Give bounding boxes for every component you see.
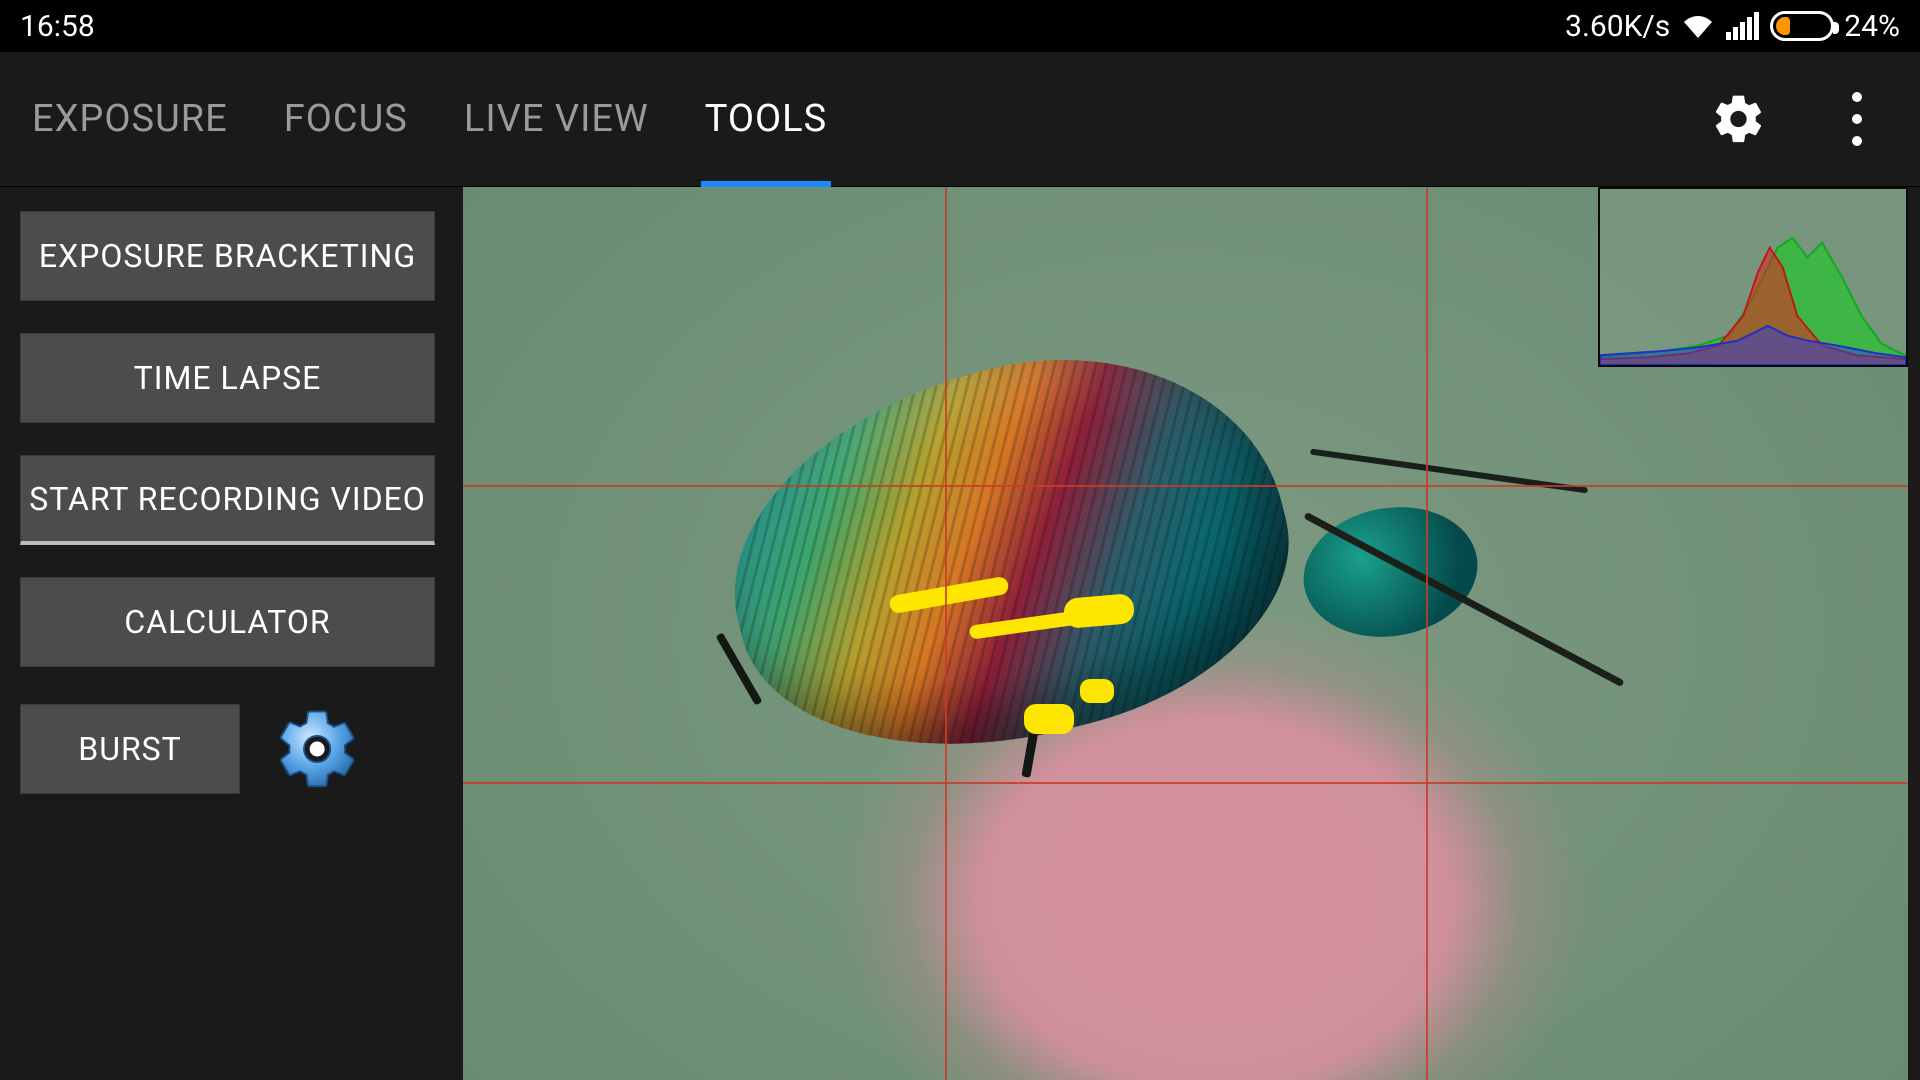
exposure-bracketing-button[interactable]: EXPOSURE BRACKETING <box>20 211 435 301</box>
cellular-signal-icon <box>1726 12 1760 40</box>
status-battery-percent: 24% <box>1844 9 1900 44</box>
live-view-subject <box>651 321 1446 812</box>
wifi-icon <box>1680 12 1716 40</box>
burst-button[interactable]: BURST <box>20 704 240 794</box>
tools-sidebar: EXPOSURE BRACKETING TIME LAPSE START REC… <box>0 187 455 1080</box>
tab-live-view[interactable]: LIVE VIEW <box>460 53 653 185</box>
kebab-icon <box>1852 92 1862 102</box>
histogram-overlay <box>1598 187 1908 367</box>
overflow-menu-button[interactable] <box>1822 84 1892 154</box>
tab-bar: EXPOSURE FOCUS LIVE VIEW TOOLS <box>0 52 1920 187</box>
status-time: 16:58 <box>20 9 95 44</box>
status-bar: 16:58 3.60K/s 24% <box>0 0 1920 52</box>
burst-row: BURST <box>20 699 435 799</box>
calculator-button[interactable]: CALCULATOR <box>20 577 435 667</box>
time-lapse-button[interactable]: TIME LAPSE <box>20 333 435 423</box>
focus-peaking-highlight <box>1080 679 1114 703</box>
main-area: EXPOSURE BRACKETING TIME LAPSE START REC… <box>0 187 1920 1080</box>
tab-focus[interactable]: FOCUS <box>280 53 412 185</box>
tab-exposure[interactable]: EXPOSURE <box>28 53 232 185</box>
status-network-speed: 3.60K/s <box>1565 9 1670 44</box>
live-view-preview[interactable] <box>463 187 1908 1080</box>
gear-icon <box>273 704 363 794</box>
burst-settings-button[interactable] <box>268 699 368 799</box>
settings-button[interactable] <box>1704 84 1774 154</box>
battery-icon <box>1770 11 1834 41</box>
tab-tools[interactable]: TOOLS <box>701 53 831 185</box>
gear-icon <box>1711 91 1767 147</box>
focus-peaking-highlight <box>1024 704 1074 734</box>
start-recording-video-button[interactable]: START RECORDING VIDEO <box>20 455 435 545</box>
